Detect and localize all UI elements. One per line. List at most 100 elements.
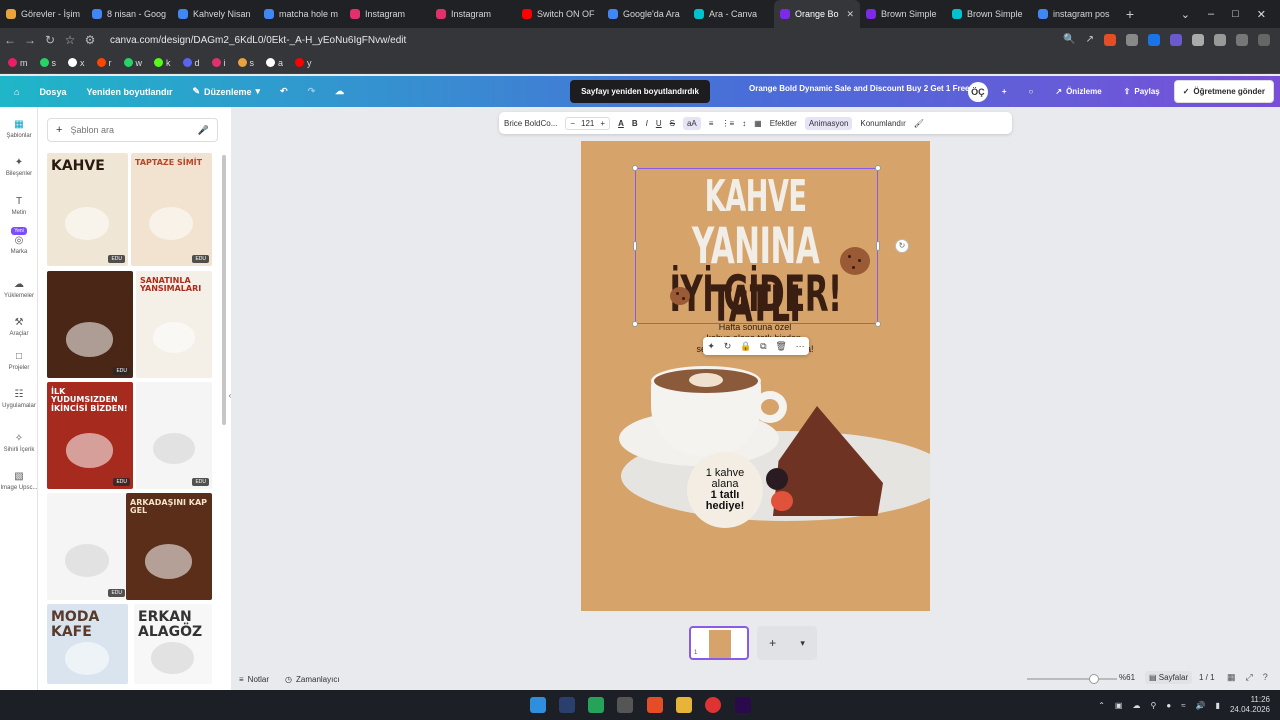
bookmark-item[interactable]: w — [123, 58, 142, 68]
bookmark-item[interactable]: y — [295, 58, 312, 68]
reload-icon[interactable]: ↻ — [40, 33, 60, 47]
extension-icon[interactable] — [1192, 34, 1204, 46]
pages-button[interactable]: ▤ Sayfalar — [1145, 671, 1193, 684]
bookmark-item[interactable]: x — [68, 58, 85, 68]
close-window-icon[interactable]: ✕ — [1257, 8, 1266, 21]
offer-badge[interactable]: 1 kahve alana 1 tatlı hediye! — [687, 452, 763, 528]
bookmark-item[interactable]: s — [237, 58, 254, 68]
sidebar-icon[interactable] — [1236, 34, 1248, 46]
puzzle-icon[interactable] — [1214, 34, 1226, 46]
delete-icon[interactable]: 🗑 — [775, 341, 786, 352]
increase-size-icon[interactable]: + — [600, 119, 605, 128]
add-page-button[interactable]: + ▾ — [757, 626, 817, 660]
selection-box[interactable] — [632, 165, 881, 327]
case-icon[interactable]: aA — [682, 116, 701, 130]
text-color-icon[interactable]: A — [618, 119, 624, 128]
grid-view-icon[interactable]: ▦ — [1227, 672, 1236, 683]
volume-icon[interactable]: 🔊 — [1196, 701, 1206, 710]
battery-icon[interactable]: ▮ — [1216, 701, 1220, 710]
browser-tab[interactable]: Görevler - İşim — [0, 0, 86, 28]
rail-item-image-upscale[interactable]: ▧ Image Upsc... — [0, 471, 38, 491]
page-thumbnail[interactable]: 1 — [689, 626, 749, 660]
undo-icon[interactable]: ↶ — [270, 86, 298, 97]
tray-icon[interactable]: ● — [1166, 701, 1171, 710]
collapse-panel-icon[interactable]: ‹ — [224, 391, 236, 407]
list-icon[interactable]: ⋮≡ — [721, 119, 734, 128]
forward-icon[interactable]: → — [20, 33, 40, 47]
share-icon[interactable]: ↗ — [1086, 34, 1094, 46]
bookmark-icon[interactable]: ☆ — [60, 33, 80, 47]
browser-tab[interactable]: 8 nisan - Goog — [86, 0, 172, 28]
tray-icon[interactable]: ☁ — [1132, 701, 1140, 710]
rail-item-magic[interactable]: ✧ Sihirli İçerik — [0, 433, 38, 453]
site-info-icon[interactable]: ⚙ — [80, 33, 100, 47]
add-people-icon[interactable]: + — [994, 80, 1015, 103]
browser-tab[interactable]: Brown Simple — [860, 0, 946, 28]
strikethrough-icon[interactable]: S — [670, 119, 675, 128]
tray-icon[interactable]: ▣ — [1115, 701, 1123, 710]
menu-icon[interactable] — [1258, 34, 1270, 46]
search-input[interactable] — [70, 125, 181, 135]
rail-item-text[interactable]: T Metin — [0, 196, 38, 216]
chevron-up-icon[interactable]: ⌃ — [1098, 701, 1105, 710]
rotate-element-icon[interactable]: ↻ — [724, 341, 732, 352]
bookmark-item[interactable]: a — [266, 58, 283, 68]
rail-item-template[interactable]: ▦ Şablonlar — [0, 119, 38, 139]
template-search[interactable]: + 🎤 — [47, 118, 218, 142]
brave-shield-icon[interactable] — [1104, 34, 1116, 46]
bold-icon[interactable]: B — [632, 119, 638, 128]
bookmark-item[interactable]: s — [39, 58, 56, 68]
underline-icon[interactable]: U — [656, 119, 662, 128]
template-card[interactable]: EDU — [47, 493, 128, 600]
animation-button[interactable]: Animasyon — [804, 116, 853, 130]
rail-item-tools[interactable]: ⚒ Araçlar — [0, 317, 38, 337]
effects-button[interactable]: Efektler — [770, 119, 797, 128]
template-card[interactable]: TAPTAZE SİMİT EDU — [131, 153, 212, 266]
close-icon[interactable]: ✕ — [846, 9, 854, 20]
browser-tab[interactable]: Instagram — [344, 0, 430, 28]
file-menu[interactable]: Dosya — [29, 87, 76, 97]
extension-icon[interactable] — [1148, 34, 1160, 46]
duplicate-icon[interactable]: ⧉ — [760, 341, 766, 352]
transparency-icon[interactable]: ▦ — [754, 119, 762, 128]
share-button[interactable]: ⇧ Paylaş — [1116, 80, 1168, 103]
design-title[interactable]: Orange Bold Dynamic Sale and Discount Bu… — [749, 84, 986, 93]
wifi-icon[interactable]: ≈ — [1181, 701, 1185, 710]
font-family-select[interactable]: Brice BoldCo... — [504, 119, 557, 128]
side-handle[interactable] — [876, 241, 880, 251]
template-card[interactable]: SANATINLA YANSIMALARI — [136, 271, 212, 378]
back-icon[interactable]: ← — [0, 33, 20, 47]
bookmark-item[interactable]: r — [96, 58, 112, 68]
maximize-icon[interactable]: □ — [1232, 8, 1239, 21]
panel-scrollbar[interactable] — [222, 155, 226, 425]
rotate-icon[interactable]: ↻ — [895, 239, 909, 253]
minimize-icon[interactable]: – — [1208, 8, 1214, 21]
template-card[interactable]: İLK YUDUMSIZDEN İKİNCİSİ BİZDEN! EDU — [47, 382, 133, 489]
browser-tab[interactable]: Orange Bo ✕ — [774, 0, 860, 28]
fullscreen-icon[interactable]: ⤢ — [1246, 672, 1253, 683]
bookmark-item[interactable]: k — [154, 58, 171, 68]
chevron-down-icon[interactable]: ▾ — [800, 638, 805, 649]
format-painter-icon[interactable]: 🖌 — [914, 119, 924, 128]
template-card[interactable]: EDU — [47, 271, 133, 378]
submit-to-teacher-button[interactable]: ✓ Öğretmene gönder — [1173, 80, 1274, 103]
bookmark-item[interactable]: i — [211, 58, 226, 68]
decrease-size-icon[interactable]: − — [570, 119, 575, 128]
help-icon[interactable]: ? — [1263, 672, 1268, 683]
new-tab-icon[interactable]: + — [1118, 6, 1142, 22]
resize-handle[interactable] — [632, 321, 638, 327]
lock-icon[interactable]: 🔒 — [740, 341, 751, 352]
bluetooth-icon[interactable]: ⚲ — [1150, 701, 1156, 710]
resize-handle[interactable] — [632, 165, 638, 171]
browser-tab[interactable]: Brown Simple — [946, 0, 1032, 28]
cloud-sync-icon[interactable]: ☁ — [325, 86, 354, 97]
resize-handle[interactable] — [875, 321, 881, 327]
browser-tab[interactable]: Instagram — [430, 0, 516, 28]
home-icon[interactable]: ⌂ — [0, 87, 29, 97]
comment-icon[interactable]: ○ — [1021, 80, 1042, 103]
edit-menu[interactable]: ✎ Düzenleme ▾ — [182, 86, 270, 97]
magic-edit-icon[interactable]: ✦ — [707, 341, 715, 352]
template-card[interactable]: EDU — [136, 382, 212, 489]
app-icon[interactable] — [617, 697, 633, 713]
avatar[interactable]: ÖÇ — [967, 81, 988, 102]
